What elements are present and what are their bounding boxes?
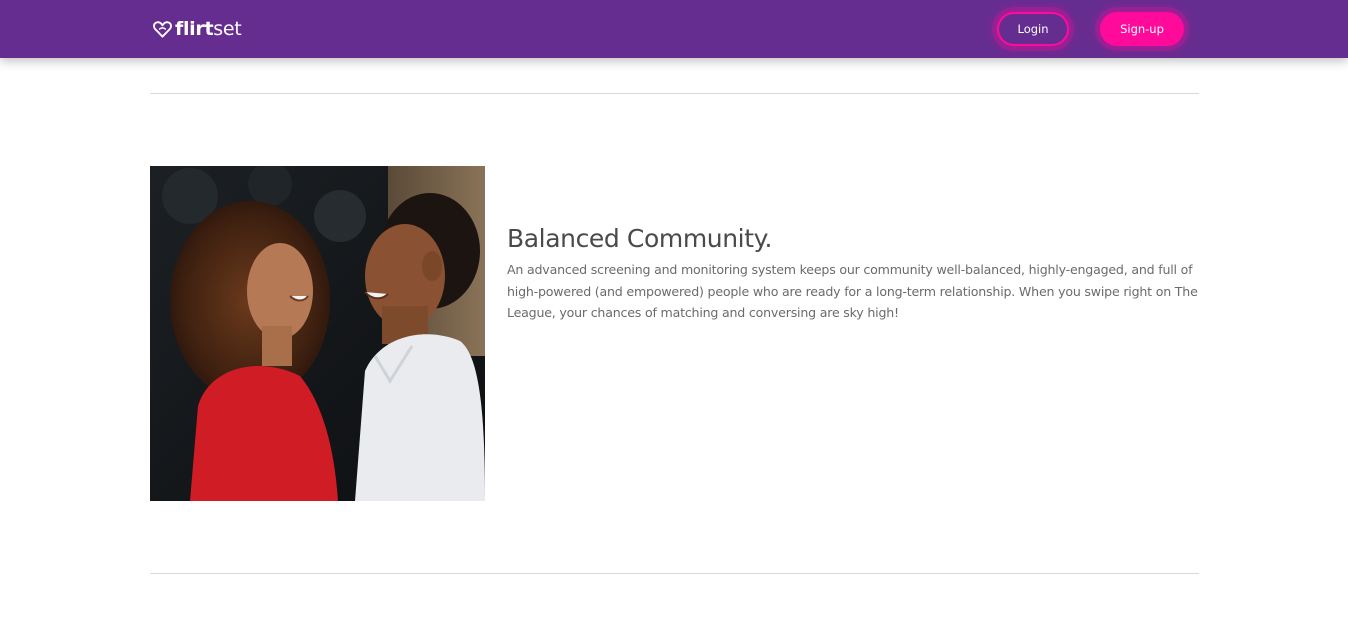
brand-name-thin: set	[213, 18, 242, 40]
top-navbar: flirtset Login Sign-up	[0, 0, 1348, 58]
brand-name: flirtset	[175, 17, 242, 41]
feature-description: An advanced screening and monitoring sys…	[507, 262, 1198, 320]
brand-logo[interactable]: flirtset	[153, 17, 242, 41]
section-divider-bottom	[150, 573, 1199, 574]
couple-photo	[150, 166, 485, 501]
signup-button[interactable]: Sign-up	[1100, 12, 1184, 46]
login-button[interactable]: Login	[997, 12, 1069, 46]
feature-title: Balanced Community.	[507, 224, 772, 253]
couple-photo-illustration	[150, 166, 485, 501]
brand-name-bold: flirt	[175, 18, 214, 40]
heart-logo-icon	[153, 20, 172, 38]
section-divider-top	[150, 93, 1199, 94]
